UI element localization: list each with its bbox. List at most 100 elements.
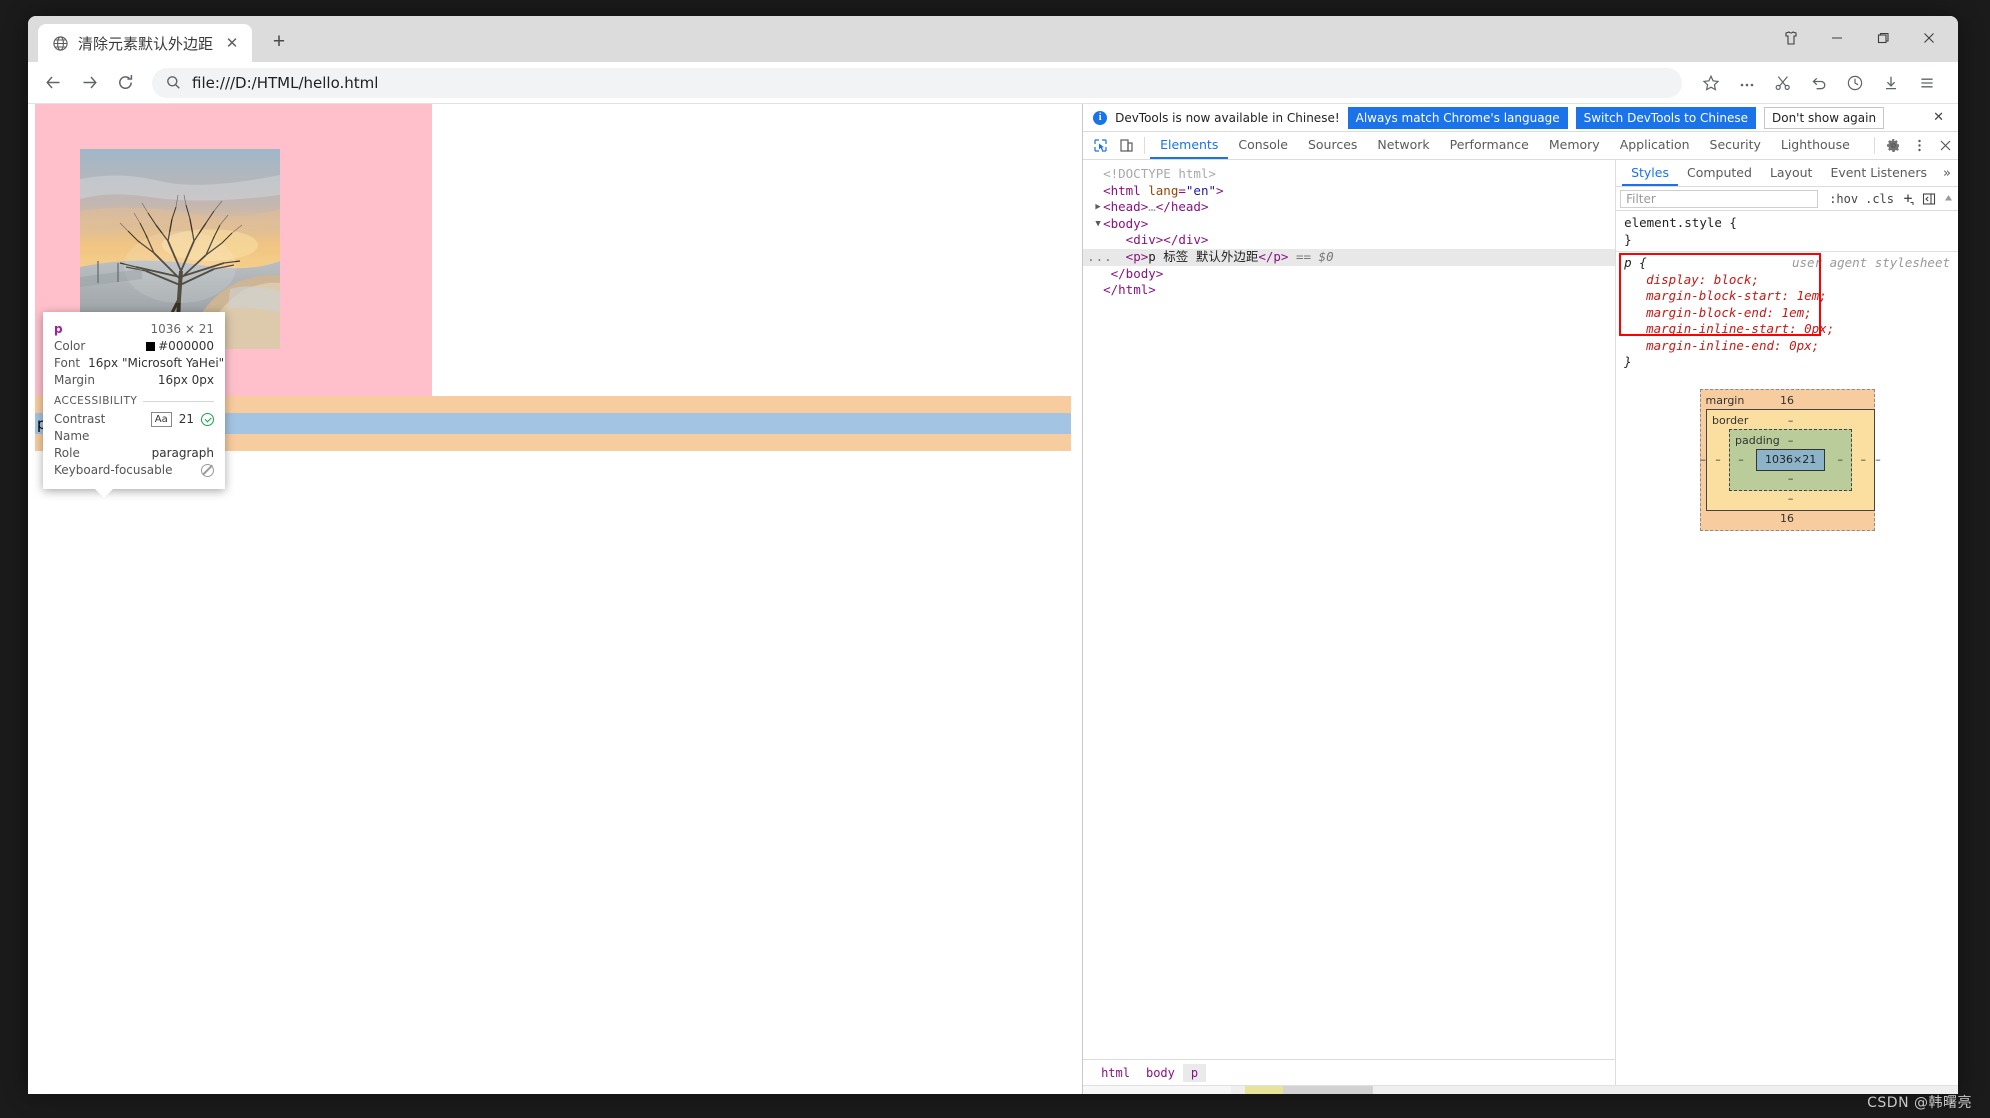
tooltip-row-name: Name [54, 428, 214, 444]
download-icon[interactable] [1874, 66, 1908, 100]
switch-to-chinese-button[interactable]: Switch DevTools to Chinese [1576, 107, 1756, 129]
box-model-padding[interactable]: padding – – 1036×21 – [1729, 429, 1852, 492]
history-icon[interactable] [1838, 66, 1872, 100]
dom-tree-panel: <!DOCTYPE html> <html lang="en"> ▶<head>… [1083, 160, 1616, 1085]
dom-line-body[interactable]: ▼<body> [1083, 216, 1615, 233]
reload-icon[interactable] [108, 66, 142, 100]
rule-user-agent-p[interactable]: p { user agent stylesheet display: block… [1616, 255, 1958, 371]
menu-icon[interactable] [1910, 66, 1944, 100]
undo-icon[interactable] [1802, 66, 1836, 100]
styles-scroll-up-icon[interactable] [1943, 193, 1954, 204]
tooltip-row-keyboard: Keyboard-focusable [54, 462, 214, 478]
styles-more-tabs-icon[interactable]: » [1936, 160, 1958, 186]
star-icon[interactable] [1694, 66, 1728, 100]
tooltip-dimensions: 1036 × 21 [151, 321, 215, 337]
padding-bottom-value[interactable]: – [1730, 471, 1851, 487]
dom-line-div[interactable]: <div></div> [1083, 232, 1615, 249]
dom-tree[interactable]: <!DOCTYPE html> <html lang="en"> ▶<head>… [1083, 160, 1615, 1059]
styles-tab-computed[interactable]: Computed [1678, 160, 1761, 186]
border-left-value[interactable]: – [1707, 429, 1729, 492]
forward-arrow-icon[interactable] [72, 66, 106, 100]
a11y-role-label: Role [54, 445, 80, 461]
styles-tab-styles[interactable]: Styles [1622, 160, 1678, 186]
element-inspect-tooltip: p 1036 × 21 Color #000000 Font 16px "Mic… [43, 312, 225, 489]
more-vertical-icon[interactable] [1906, 132, 1932, 159]
tab-performance[interactable]: Performance [1440, 132, 1539, 159]
ua-prop-margin-inline-end[interactable]: margin-inline-end: 0px; [1624, 338, 1958, 355]
rule-element-style[interactable]: element.style { } [1616, 215, 1958, 248]
ellipsis-icon[interactable] [1730, 66, 1764, 100]
breadcrumb-html[interactable]: html [1093, 1064, 1138, 1082]
border-right-value[interactable]: – [1852, 429, 1874, 492]
dom-ellipsis-icon[interactable]: ... [1087, 249, 1113, 266]
maximize-button[interactable] [1860, 16, 1906, 60]
margin-right-value[interactable]: – [1875, 409, 1881, 512]
box-model-content-size[interactable]: 1036×21 [1756, 449, 1825, 472]
tshirt-icon[interactable] [1768, 16, 1814, 60]
tab-network[interactable]: Network [1367, 132, 1439, 159]
tab-sources[interactable]: Sources [1298, 132, 1367, 159]
hov-button[interactable]: :hov [1829, 192, 1858, 206]
breadcrumb-p[interactable]: p [1183, 1064, 1206, 1082]
scissors-icon[interactable] [1766, 66, 1800, 100]
tab-lighthouse[interactable]: Lighthouse [1771, 132, 1860, 159]
styles-rules-list[interactable]: element.style { } p { user agent stylesh… [1616, 211, 1958, 1085]
tooltip-color-label: Color [54, 338, 85, 354]
a11y-role-value: paragraph [152, 445, 214, 461]
expand-caret-icon[interactable]: ▶ [1093, 199, 1103, 216]
dom-line-html[interactable]: <html lang="en"> [1083, 183, 1615, 200]
inspect-element-icon[interactable] [1087, 132, 1113, 159]
new-tab-button[interactable]: + [262, 25, 296, 59]
devtools-tabbar-right [1869, 132, 1958, 159]
toggle-sidebar-icon[interactable] [1922, 192, 1936, 206]
new-style-rule-icon[interactable] [1901, 192, 1915, 206]
dom-line-head[interactable]: ▶<head>…</head> [1083, 199, 1615, 216]
address-bar[interactable]: file:///D:/HTML/hello.html [152, 68, 1682, 98]
banner-close-icon[interactable]: ✕ [1927, 110, 1950, 125]
margin-bottom-value[interactable]: 16 [1701, 511, 1874, 527]
dom-line-p[interactable]: <p>p 标签 默认外边距</p> == $0 [1083, 249, 1615, 266]
back-arrow-icon[interactable] [36, 66, 70, 100]
close-button[interactable] [1906, 16, 1952, 60]
doctype-text: <!DOCTYPE html> [1103, 166, 1216, 183]
scrollbar-thumb-highlight[interactable] [1245, 1086, 1283, 1095]
cls-button[interactable]: .cls [1865, 192, 1894, 206]
ua-prop-margin-inline-start[interactable]: margin-inline-start: 0px; [1624, 321, 1958, 338]
tab-application[interactable]: Application [1610, 132, 1700, 159]
ua-prop-display[interactable]: display: block; [1624, 272, 1958, 289]
scrollbar-track-left[interactable] [1083, 1086, 1231, 1095]
minimize-button[interactable] [1814, 16, 1860, 60]
margin-mid-row: – border – – padding [1701, 409, 1874, 512]
contrast-label: Contrast [54, 411, 105, 427]
breadcrumb-body[interactable]: body [1138, 1064, 1183, 1082]
device-toolbar-icon[interactable] [1113, 132, 1139, 159]
styles-tab-layout[interactable]: Layout [1761, 160, 1822, 186]
tab-console[interactable]: Console [1228, 132, 1298, 159]
border-bottom-value[interactable]: – [1707, 491, 1874, 507]
settings-gear-icon[interactable] [1880, 132, 1906, 159]
padding-left-value[interactable]: – [1730, 449, 1752, 472]
styles-filter-input[interactable]: Filter [1620, 190, 1818, 208]
box-model-margin[interactable]: margin 16 – border – – [1700, 389, 1875, 532]
box-model-border-label: border [1712, 413, 1748, 430]
tab-security[interactable]: Security [1700, 132, 1771, 159]
padding-right-value[interactable]: – [1829, 449, 1851, 472]
devtools-horizontal-scrollbar[interactable] [1083, 1085, 1958, 1094]
ua-prop-margin-block-end[interactable]: margin-block-end: 1em; [1624, 305, 1958, 322]
devtools-close-icon[interactable] [1932, 132, 1958, 159]
search-icon [166, 75, 181, 90]
tooltip-tag-name: p [54, 321, 63, 337]
always-match-language-button[interactable]: Always match Chrome's language [1348, 107, 1568, 129]
scrollbar-thumb[interactable] [1283, 1086, 1373, 1095]
styles-tab-event-listeners[interactable]: Event Listeners [1821, 160, 1936, 186]
divider [1144, 137, 1145, 154]
browser-tab[interactable]: 清除元素默认外边距 ✕ [38, 24, 252, 62]
dont-show-again-button[interactable]: Don't show again [1764, 107, 1884, 129]
tab-close-icon[interactable]: ✕ [222, 33, 242, 53]
devtools-tabbar: Elements Console Sources Network Perform… [1083, 132, 1958, 160]
box-model-border[interactable]: border – – padding – [1706, 409, 1875, 512]
tab-elements[interactable]: Elements [1150, 132, 1228, 159]
tab-memory[interactable]: Memory [1539, 132, 1610, 159]
ua-prop-margin-block-start[interactable]: margin-block-start: 1em; [1624, 288, 1958, 305]
collapse-caret-icon[interactable]: ▼ [1093, 216, 1103, 233]
